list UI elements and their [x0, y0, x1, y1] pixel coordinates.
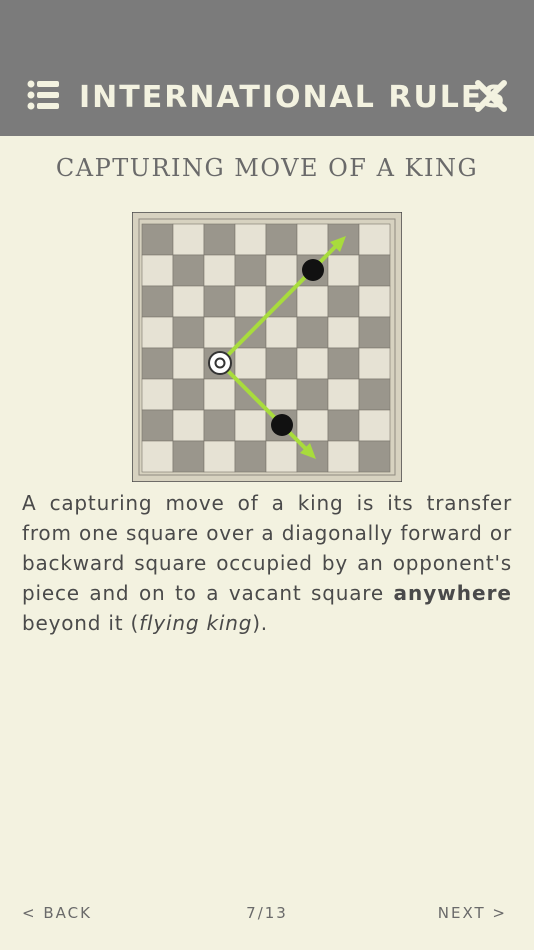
- black-piece: [271, 414, 293, 436]
- description-emphasis: anywhere: [393, 581, 512, 605]
- board-square: [327, 316, 360, 349]
- board-square: [296, 285, 329, 318]
- board-square: [327, 378, 360, 411]
- board-square: [265, 347, 298, 380]
- board-square: [327, 347, 360, 380]
- board-square: [141, 347, 174, 380]
- footer-nav: < BACK 7/13 NEXT >: [0, 900, 534, 930]
- board-square: [358, 440, 391, 473]
- board-square: [141, 378, 174, 411]
- board-square: [358, 254, 391, 287]
- board-square: [141, 285, 174, 318]
- board-square: [265, 378, 298, 411]
- board-square: [296, 316, 329, 349]
- board-square: [172, 409, 205, 442]
- board-square: [358, 223, 391, 256]
- board-square: [203, 378, 236, 411]
- board-square: [358, 285, 391, 318]
- board-square: [296, 223, 329, 256]
- board-square: [234, 285, 267, 318]
- description-text: beyond it (: [22, 611, 140, 635]
- board-square: [327, 285, 360, 318]
- board-square: [203, 223, 236, 256]
- board-square: [203, 285, 236, 318]
- board-square: [327, 254, 360, 287]
- board-square: [296, 347, 329, 380]
- checkerboard: [131, 211, 403, 483]
- description-text: ).: [252, 611, 268, 635]
- board-square: [203, 440, 236, 473]
- board-squares: [141, 223, 391, 473]
- board-square: [327, 409, 360, 442]
- board-square: [234, 409, 267, 442]
- rule-description: A capturing move of a king is its transf…: [22, 488, 512, 638]
- close-x-icon[interactable]: [474, 79, 508, 113]
- board-square: [172, 285, 205, 318]
- board-square: [265, 254, 298, 287]
- board-square: [358, 409, 391, 442]
- board-square: [141, 254, 174, 287]
- board-square: [172, 223, 205, 256]
- section-heading: CAPTURING MOVE OF A KING: [55, 154, 479, 182]
- board-square: [141, 409, 174, 442]
- board-square: [265, 223, 298, 256]
- board-square: [296, 378, 329, 411]
- board-square: [141, 440, 174, 473]
- board-square: [172, 254, 205, 287]
- board-square: [172, 347, 205, 380]
- board-square: [172, 378, 205, 411]
- board-square: [234, 440, 267, 473]
- black-piece: [302, 259, 324, 281]
- board-square: [203, 254, 236, 287]
- next-button[interactable]: NEXT >: [438, 904, 507, 922]
- board-square: [234, 223, 267, 256]
- board-square: [141, 316, 174, 349]
- board-square: [327, 440, 360, 473]
- board-square: [172, 316, 205, 349]
- board-square: [203, 409, 236, 442]
- description-term: flying king: [139, 611, 253, 635]
- capture-diagram: [131, 211, 403, 483]
- board-square: [358, 316, 391, 349]
- list-menu-icon[interactable]: [27, 79, 61, 113]
- board-square: [265, 316, 298, 349]
- board-square: [265, 440, 298, 473]
- board-square: [358, 378, 391, 411]
- top-bar: INTERNATIONAL RULES: [0, 0, 534, 136]
- board-square: [296, 409, 329, 442]
- board-square: [234, 254, 267, 287]
- white-king: [208, 351, 232, 375]
- board-square: [358, 347, 391, 380]
- board-square: [141, 223, 174, 256]
- board-square: [203, 316, 236, 349]
- board-square: [234, 347, 267, 380]
- board-square: [172, 440, 205, 473]
- page-title: INTERNATIONAL RULES: [79, 80, 508, 115]
